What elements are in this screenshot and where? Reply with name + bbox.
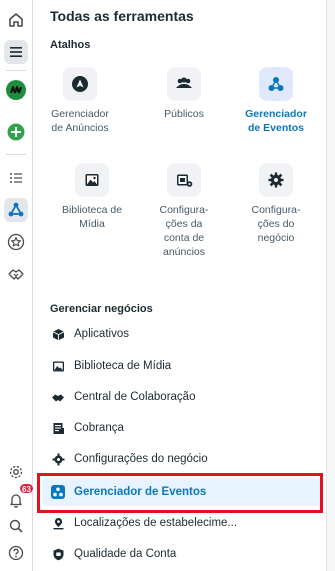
meta-business-logo-icon[interactable] <box>4 78 28 102</box>
tile-label: Gerenciador de Eventos <box>245 108 307 134</box>
global-nav-rail: 63 <box>0 0 34 571</box>
notifications-bell-icon[interactable]: 63 <box>4 483 34 512</box>
ad-account-settings-icon <box>167 163 201 197</box>
collaboration-icon <box>51 390 65 404</box>
shortcut-audiences[interactable]: Públicos <box>138 67 230 121</box>
list-item-media-library[interactable]: Biblioteca de Mídia <box>42 352 322 380</box>
list-item-account-quality[interactable]: Qualidade da Conta <box>42 540 322 568</box>
gear-icon <box>51 452 65 466</box>
ads-manager-icon <box>63 67 97 101</box>
apps-cube-icon <box>51 327 65 341</box>
list-item-label: Configurações do negócio <box>74 453 208 465</box>
events-manager-icon <box>259 67 293 101</box>
list-item-business-locations[interactable]: Localizações de estabelecime... <box>42 509 322 537</box>
home-icon[interactable] <box>4 8 28 32</box>
highlight-annotation-box <box>37 473 323 513</box>
tile-label: Configura- ções da conta de anúncios <box>159 204 209 258</box>
shield-icon <box>51 547 65 561</box>
tile-label: Públicos <box>164 108 204 120</box>
tile-label: Configura- ções do negócio <box>251 204 301 244</box>
list-item-billing[interactable]: Cobrança <box>42 414 322 442</box>
shortcut-business-settings[interactable]: Configura- ções do negócio <box>230 163 322 245</box>
shortcut-events-manager[interactable]: Gerenciador de Eventos <box>230 67 322 135</box>
rail-divider <box>6 154 26 155</box>
rail-divider <box>6 70 26 71</box>
help-icon[interactable] <box>4 541 28 565</box>
list-item-collaboration-center[interactable]: Central de Colaboração <box>42 383 322 411</box>
star-icon[interactable] <box>4 230 28 254</box>
shortcut-ad-account-settings[interactable]: Configura- ções da conta de anúncios <box>138 163 230 259</box>
panel-scrollbar[interactable] <box>326 0 335 571</box>
list-item-apps[interactable]: Aplicativos <box>42 320 322 348</box>
list-icon[interactable] <box>4 166 28 190</box>
audiences-icon <box>167 67 201 101</box>
list-item-label: Qualidade da Conta <box>74 548 177 560</box>
media-library-icon <box>51 359 65 373</box>
media-library-icon <box>75 163 109 197</box>
list-item-label: Central de Colaboração <box>74 391 196 403</box>
search-icon[interactable] <box>4 514 28 538</box>
create-plus-icon[interactable] <box>4 120 28 144</box>
location-pin-icon <box>51 516 65 530</box>
shortcuts-heading: Atalhos <box>50 39 91 51</box>
list-item-business-settings[interactable]: Configurações do negócio <box>42 445 322 473</box>
notification-count-badge: 63 <box>19 483 34 494</box>
panel-title: Todas as ferramentas <box>50 8 194 24</box>
handshake-icon[interactable] <box>4 262 28 286</box>
tile-label: Gerenciador de Anúncios <box>51 108 109 134</box>
manage-business-heading: Gerenciar negócios <box>50 303 153 315</box>
shortcut-media-library[interactable]: Biblioteca de Mídia <box>46 163 138 231</box>
menu-icon[interactable] <box>4 40 28 64</box>
list-item-label: Cobrança <box>74 422 124 434</box>
events-manager-icon[interactable] <box>4 198 28 222</box>
shortcut-ads-manager[interactable]: Gerenciador de Anúncios <box>34 67 126 135</box>
settings-icon[interactable] <box>4 460 28 484</box>
list-item-label: Biblioteca de Mídia <box>74 360 172 372</box>
tile-label: Biblioteca de Mídia <box>61 204 123 230</box>
billing-icon <box>51 421 65 435</box>
list-item-label: Localizações de estabelecime... <box>74 517 238 529</box>
list-item-label: Aplicativos <box>74 328 129 340</box>
business-settings-icon <box>259 163 293 197</box>
